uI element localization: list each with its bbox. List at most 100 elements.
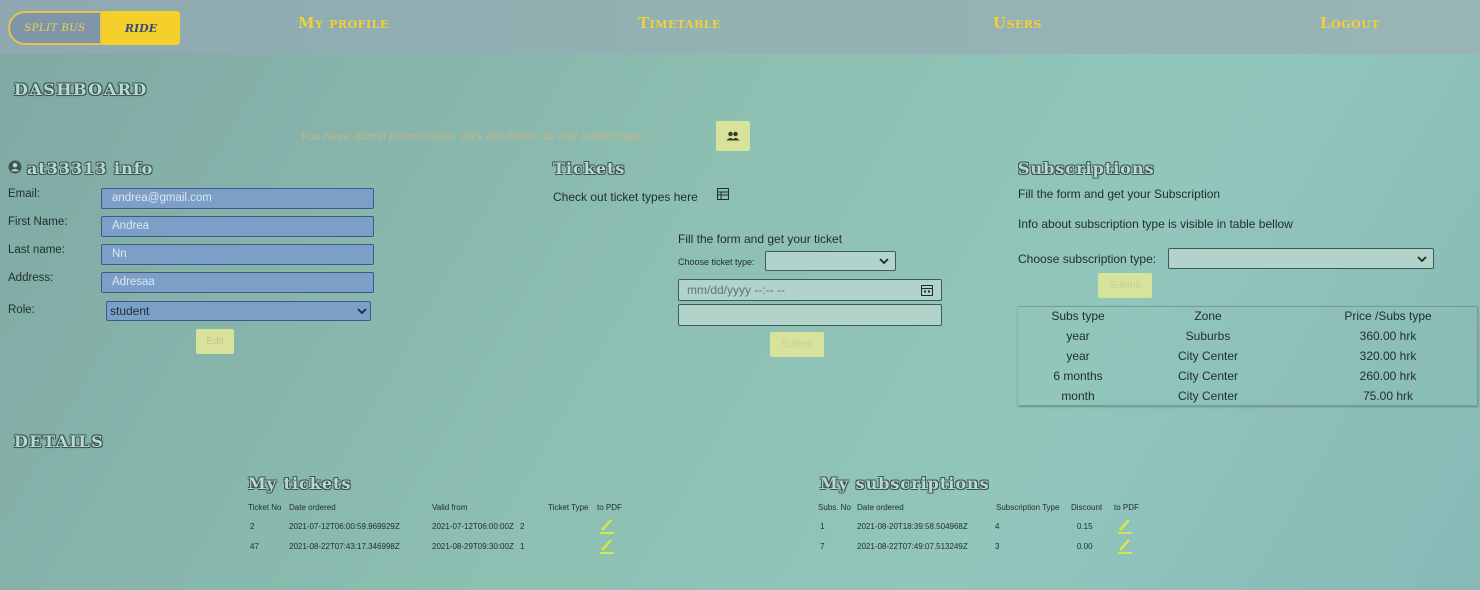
- email-field[interactable]: andrea@gmail.com: [101, 188, 374, 209]
- subs-cell: 0.15: [1077, 522, 1093, 531]
- admin-page-button[interactable]: [716, 121, 750, 151]
- table-cell: year: [1066, 329, 1090, 343]
- subscription-price-table: Subs type Zone Price /Subs type year Sub…: [1018, 306, 1478, 406]
- tickets-title: Tickets: [553, 159, 626, 178]
- table-header: Price /Subs type: [1344, 309, 1432, 323]
- table-cell: 320.00 hrk: [1359, 349, 1417, 363]
- ticket-types-text: Check out ticket types here: [553, 190, 698, 204]
- subs-cell: 0.00: [1077, 542, 1093, 551]
- ticket-type-label: Choose ticket type:: [678, 257, 755, 267]
- role-label: Role:: [8, 304, 35, 316]
- users-icon: [726, 131, 740, 141]
- chevron-down-icon: [357, 308, 367, 314]
- ticket-cell: 47: [250, 542, 259, 551]
- ticket-cell: 2021-07-12T06:00:59.969929Z: [289, 522, 400, 531]
- table-cell: City Center: [1177, 349, 1239, 363]
- subs-header-pdf: to PDF: [1114, 503, 1139, 512]
- table-cell: month: [1061, 389, 1095, 403]
- edit-button[interactable]: Edit: [196, 329, 234, 354]
- subs-header-discount: Discount: [1071, 503, 1103, 512]
- ticket-cell: 2021-07-12T06:00:00Z: [432, 522, 514, 531]
- subscription-type-select[interactable]: [1168, 248, 1434, 269]
- logo-right-text: RIDE: [102, 11, 180, 45]
- nav-users[interactable]: Users: [993, 14, 1042, 32]
- email-label: Email:: [8, 188, 40, 200]
- my-tickets-title: My tickets: [248, 474, 352, 493]
- ticket-type-select[interactable]: [765, 251, 896, 271]
- first-name-label: First Name:: [8, 216, 68, 228]
- dashboard-title: DASHBOARD: [14, 80, 148, 99]
- ticket-cell: 2: [520, 522, 525, 531]
- logo-left-text: SPLIT BUS: [8, 11, 102, 45]
- admin-note: You have admin permissions, click the bu…: [300, 129, 644, 143]
- ticket-extra-input[interactable]: [678, 304, 942, 326]
- ticket-cell: 1: [520, 542, 525, 551]
- role-select[interactable]: student: [106, 301, 371, 321]
- logo[interactable]: SPLIT BUS RIDE: [8, 11, 180, 45]
- tickets-header-no: Ticket No: [248, 503, 282, 512]
- subs-header-type: Subscription Type: [996, 503, 1060, 512]
- pdf-pen-icon[interactable]: [598, 536, 616, 554]
- table-cell: 260.00 hrk: [1359, 369, 1417, 383]
- tickets-header-date: Date ordered: [289, 503, 336, 512]
- subscription-type-label: Choose subscription type:: [1018, 252, 1157, 266]
- user-circle-icon: [8, 160, 22, 174]
- table-cell: 75.00 hrk: [1362, 389, 1414, 403]
- chevron-down-icon: [879, 258, 889, 264]
- pdf-pen-icon[interactable]: [1116, 516, 1134, 534]
- date-placeholder: mm/dd/yyyy --:-- --: [687, 283, 785, 297]
- pdf-pen-icon[interactable]: [598, 516, 616, 534]
- table-cell: City Center: [1177, 389, 1239, 403]
- my-subscriptions-title: My subscriptions: [820, 474, 990, 493]
- table-header: Subs type: [1051, 309, 1105, 323]
- table-header-row: Subs type Zone Price /Subs type: [1018, 307, 1478, 327]
- address-field[interactable]: Adresaa: [101, 272, 374, 293]
- table-cell: City Center: [1177, 369, 1239, 383]
- subs-header-date: Date ordered: [857, 503, 904, 512]
- table-cell: year: [1066, 349, 1090, 363]
- subs-cell: 3: [995, 542, 1000, 551]
- tickets-header-valid: Valid from: [432, 503, 468, 512]
- user-info-title: at33313 info: [27, 159, 154, 178]
- nav-timetable[interactable]: Timetable: [638, 14, 721, 32]
- subscriptions-title: Subscriptions: [1018, 159, 1155, 178]
- details-title: DETAILS: [14, 432, 105, 451]
- table-header: Zone: [1194, 309, 1222, 323]
- table-row: 6 months City Center 260.00 hrk: [1018, 367, 1478, 387]
- first-name-field[interactable]: Andrea: [101, 216, 374, 237]
- table-icon[interactable]: [717, 188, 729, 200]
- subscription-submit-button[interactable]: Submit: [1098, 273, 1152, 298]
- last-name-field[interactable]: Nn: [101, 244, 374, 265]
- table-cell: Suburbs: [1185, 329, 1231, 343]
- navbar: SPLIT BUS RIDE My profile Timetable User…: [0, 0, 1480, 54]
- ticket-submit-button[interactable]: Submit: [770, 332, 824, 357]
- table-row: year City Center 320.00 hrk: [1018, 347, 1478, 367]
- nav-my-profile[interactable]: My profile: [298, 14, 389, 32]
- nav-logout[interactable]: Logout: [1320, 14, 1380, 32]
- table-row: year Suburbs 360.00 hrk: [1018, 327, 1478, 347]
- subscriptions-info: Info about subscription type is visible …: [1018, 217, 1293, 231]
- ticket-cell: 2021-08-22T07:43:17.346998Z: [289, 542, 400, 551]
- calendar-icon[interactable]: [921, 284, 933, 296]
- last-name-label: Last name:: [8, 244, 65, 256]
- ticket-cell: 2: [250, 522, 255, 531]
- table-cell: 360.00 hrk: [1359, 329, 1417, 343]
- subs-cell: 2021-08-20T18:39:58.504968Z: [857, 522, 968, 531]
- subs-cell: 7: [820, 542, 825, 551]
- subs-header-no: Subs. No: [818, 503, 851, 512]
- tickets-header-type: Ticket Type: [548, 503, 589, 512]
- chevron-down-icon: [1417, 255, 1427, 262]
- subs-cell: 4: [995, 522, 1000, 531]
- subs-cell: 2021-08-22T07:49:07.513249Z: [857, 542, 968, 551]
- role-select-value: student: [110, 304, 150, 318]
- pdf-pen-icon[interactable]: [1116, 536, 1134, 554]
- subscriptions-intro: Fill the form and get your Subscription: [1018, 187, 1221, 201]
- tickets-header-pdf: to PDF: [597, 503, 622, 512]
- subs-cell: 1: [820, 522, 825, 531]
- table-row: month City Center 75.00 hrk: [1018, 387, 1478, 407]
- ticket-date-input[interactable]: mm/dd/yyyy --:-- --: [678, 279, 942, 301]
- table-cell: 6 months: [1053, 369, 1103, 383]
- ticket-form-text: Fill the form and get your ticket: [678, 232, 843, 246]
- ticket-cell: 2021-08-29T09:30:00Z: [432, 542, 514, 551]
- address-label: Address:: [8, 272, 54, 284]
